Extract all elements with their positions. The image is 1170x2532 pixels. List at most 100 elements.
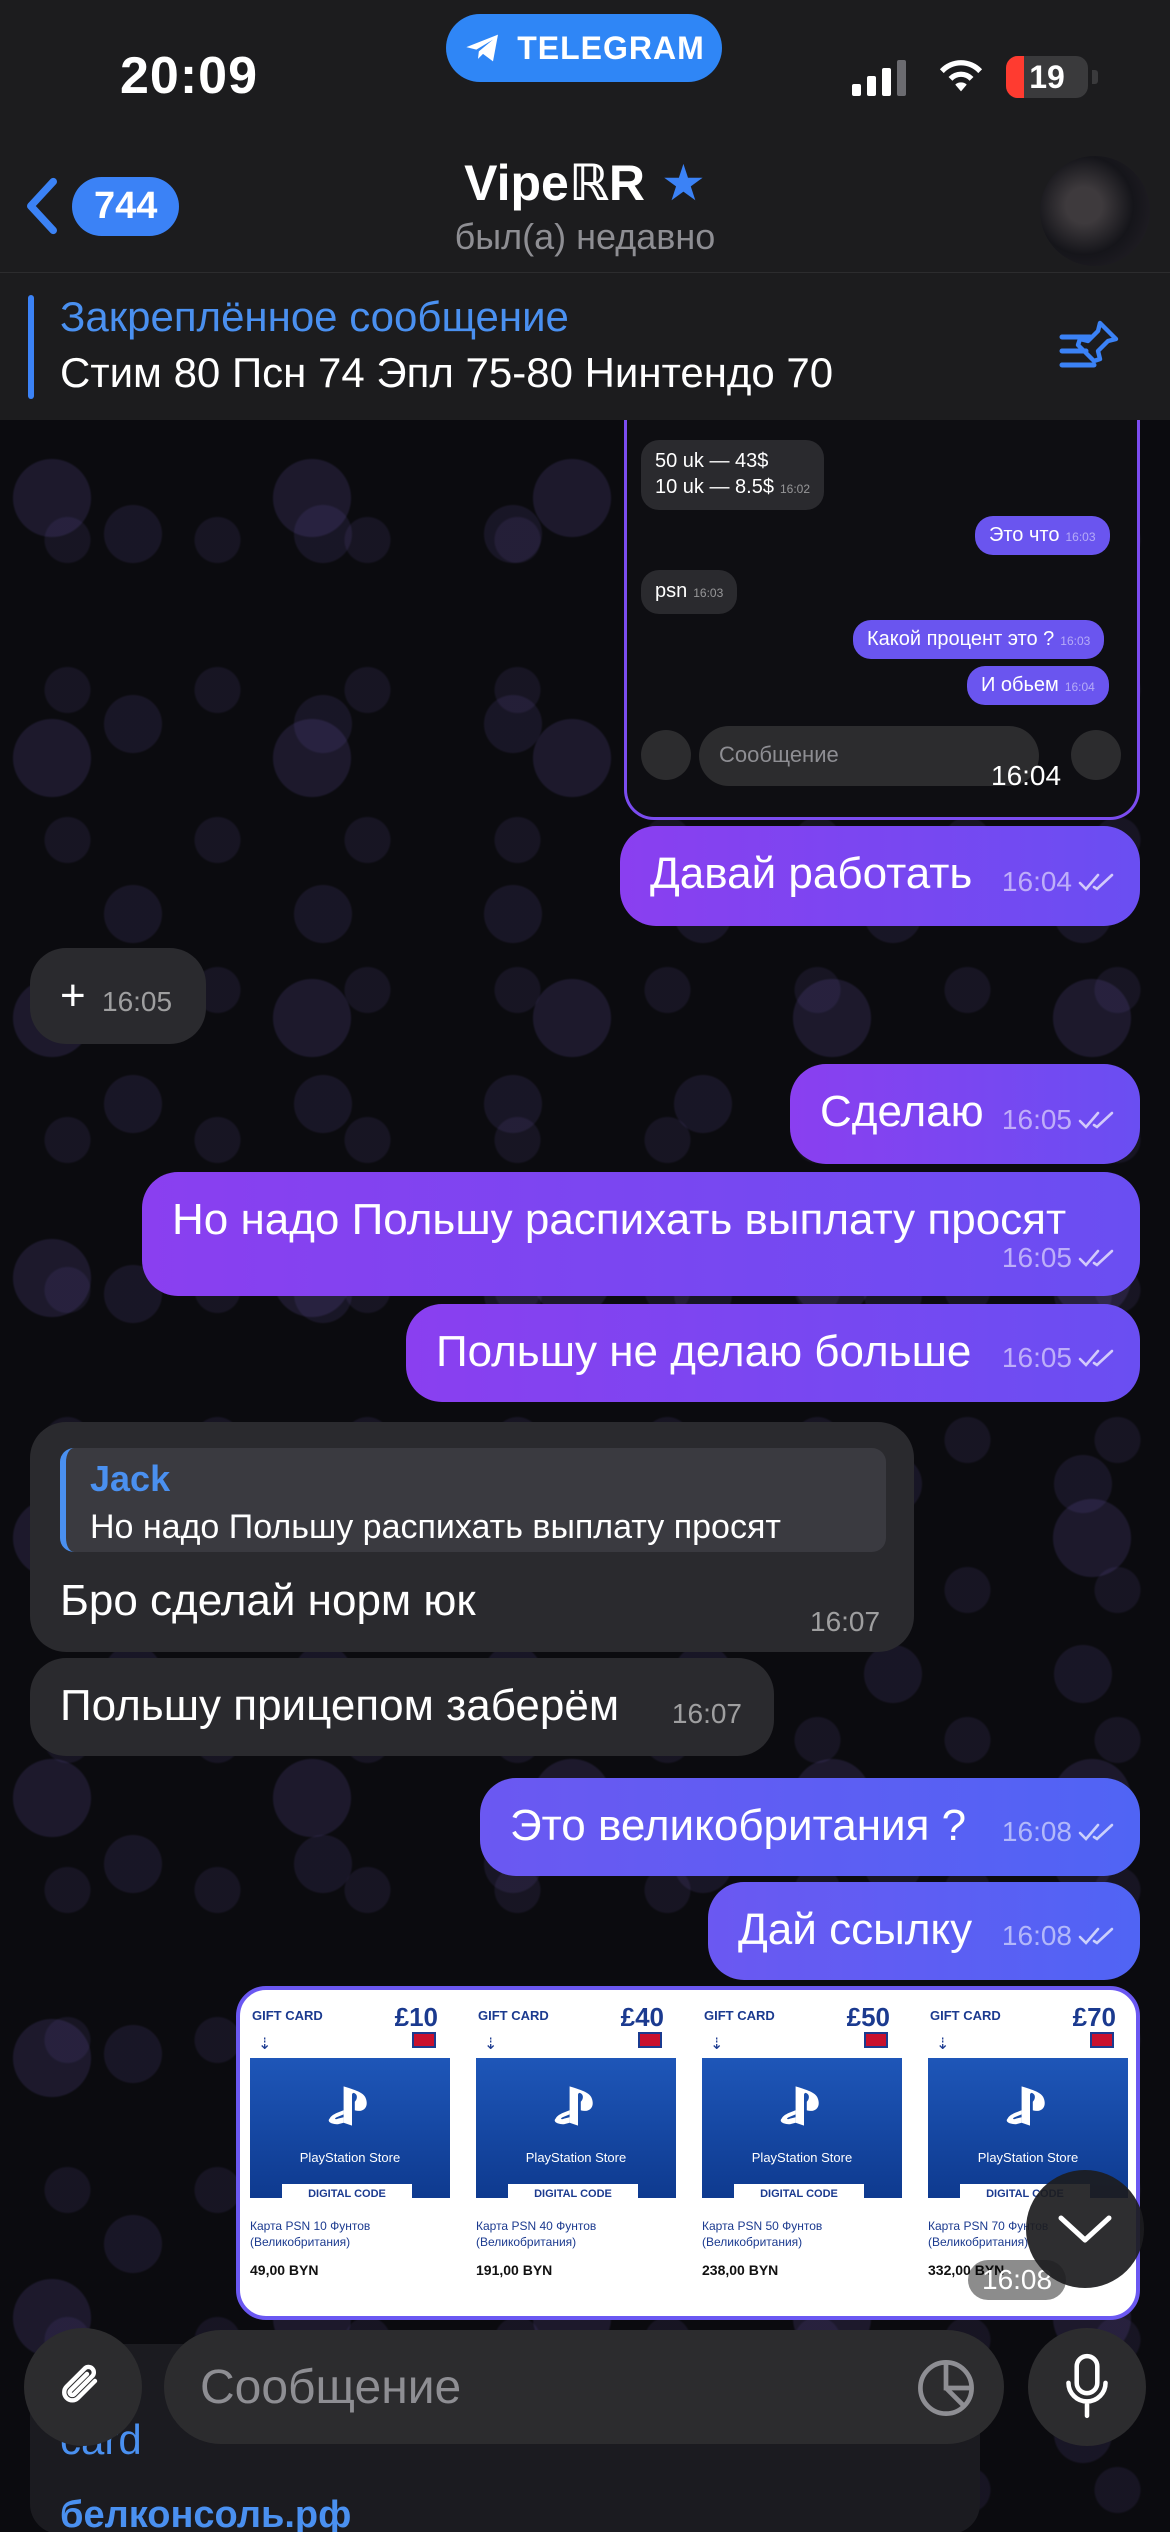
- gift-card-label: GIFT CARD: [930, 2008, 1001, 2023]
- outgoing-message[interactable]: Сделаю 16:05: [790, 1064, 1140, 1164]
- message-text: Но надо Польшу распихать выплату просят: [172, 1195, 1067, 1244]
- gift-card-amount: £50: [846, 2002, 890, 2032]
- telegram-plane-icon: [466, 34, 499, 62]
- reply-author: Jack: [90, 1458, 171, 1499]
- message-time: 16:08: [1001, 1816, 1072, 1847]
- battery-level: 19: [1029, 58, 1065, 95]
- message-time: 16:05: [1001, 1104, 1072, 1135]
- message-time: 16:08: [1001, 1920, 1072, 1951]
- screenshot-text: 10 uk — 8.5$: [655, 476, 774, 498]
- double-check-icon: [1078, 1111, 1114, 1129]
- outgoing-message[interactable]: Дай ссылку 16:08: [708, 1882, 1140, 1980]
- chat-header: 744 VipeℝR ★ был(а) недавно: [0, 140, 1170, 272]
- message-text: Бро сделай норм юк: [60, 1576, 476, 1625]
- product-price: 238,00 BYN: [702, 2262, 779, 2278]
- scroll-to-bottom-button[interactable]: [1026, 2170, 1144, 2288]
- message-meta: 16:05: [1002, 1094, 1118, 1146]
- message-meta: 16:07: [672, 1688, 742, 1740]
- double-check-icon: [1078, 873, 1114, 891]
- screenshot-input: Сообщение: [699, 726, 1039, 786]
- message-meta: 16:04: [1002, 856, 1118, 908]
- uk-flag-icon: [638, 2032, 662, 2048]
- screenshot-outgoing-bubble: И обьем 16:04: [967, 666, 1109, 705]
- playstation-logo-icon: [1006, 2086, 1045, 2126]
- playstation-logo-icon: [780, 2086, 819, 2126]
- screenshot-text: Это что: [989, 524, 1060, 546]
- message-text: Польшу не делаю больше: [436, 1327, 972, 1376]
- telegram-pill[interactable]: TELEGRAM: [446, 14, 722, 82]
- product-title: Карта PSN 10 Фунтов: [250, 2219, 371, 2233]
- uk-flag-icon: [864, 2032, 888, 2048]
- product-title: Карта PSN 50 Фунтов: [702, 2219, 823, 2233]
- screenshot-outgoing-bubble: Это что 16:03: [975, 516, 1110, 555]
- reply-quote[interactable]: Jack Но надо Польшу распихать выплату пр…: [60, 1448, 886, 1552]
- reply-text: Но надо Польшу распихать выплату просят: [90, 1508, 781, 1546]
- voice-record-button[interactable]: [1028, 2328, 1146, 2446]
- double-check-icon: [1078, 1249, 1114, 1267]
- message-meta: 16:05: [1002, 1332, 1118, 1384]
- message-text: Польшу прицепом заберём: [60, 1681, 620, 1730]
- download-arrow-icon: ⇣: [484, 2036, 498, 2053]
- product-price: 49,00 BYN: [250, 2262, 319, 2278]
- pinned-list-icon[interactable]: [1056, 313, 1124, 381]
- playstation-store-label: PlayStation Store: [299, 2150, 401, 2165]
- signal-icon: [852, 58, 906, 96]
- screenshot-text: И обьем: [981, 674, 1059, 696]
- screenshot-text: Какой процент это ?: [867, 628, 1055, 650]
- telegram-pill-label: TELEGRAM: [517, 29, 705, 66]
- outgoing-message[interactable]: Давай работать 16:04: [620, 826, 1140, 926]
- double-check-icon: [1078, 1349, 1114, 1367]
- product-region: (Великобритания): [476, 2235, 577, 2249]
- digital-code-label: DIGITAL CODE: [282, 2184, 412, 2204]
- message-time: 16:05: [1001, 1342, 1072, 1373]
- pinned-title: Закреплённое сообщение: [60, 293, 569, 340]
- sticker-icon[interactable]: [914, 2356, 978, 2420]
- message-meta: 16:08: [1002, 1806, 1118, 1858]
- incoming-message[interactable]: Польшу прицепом заберём 16:07: [30, 1658, 774, 1756]
- pinned-indicator: [28, 295, 34, 399]
- link-preview-site: белконсоль.рф: [60, 2494, 352, 2532]
- gift-card-50: GIFT CARD £50 ⇣ PlayStation Store DIGITA…: [694, 2000, 902, 2314]
- contact-name-row[interactable]: VipeℝR ★: [0, 154, 1170, 212]
- message-input[interactable]: [164, 2330, 1004, 2444]
- playstation-card-art: PlayStation Store: [476, 2058, 676, 2198]
- message-time: 16:05: [1001, 1242, 1072, 1273]
- outgoing-message[interactable]: Это великобритания ? 16:08: [480, 1778, 1140, 1876]
- message-meta: 16:07: [810, 1606, 880, 1638]
- playstation-logo-icon: [328, 2086, 367, 2126]
- message-time: 16:05: [102, 986, 173, 1017]
- gift-card-label: GIFT CARD: [478, 2008, 549, 2023]
- playstation-card-art: PlayStation Store: [702, 2058, 902, 2198]
- incoming-message[interactable]: + 16:05: [30, 948, 206, 1044]
- screenshot-image-message[interactable]: 50 uk — 43$ 10 uk — 8.5$ 16:02 Это что 16:…: [624, 420, 1140, 820]
- uk-flag-icon: [1090, 2032, 1114, 2048]
- product-title: Карта PSN 40 Фунтов: [476, 2219, 597, 2233]
- digital-code-label: DIGITAL CODE: [734, 2184, 864, 2204]
- screenshot-time: 16:03: [1065, 530, 1096, 544]
- message-meta: 16:08: [1002, 1910, 1118, 1962]
- double-check-icon: [1078, 1823, 1114, 1841]
- outgoing-message[interactable]: Польшу не делаю больше 16:05: [406, 1304, 1140, 1402]
- microphone-icon: [1066, 2353, 1108, 2419]
- message-time: 16:04: [1001, 866, 1072, 897]
- screenshot-time: 16:03: [1060, 634, 1091, 648]
- premium-star-icon: ★: [661, 155, 706, 211]
- contact-name: VipeℝR: [464, 155, 646, 211]
- uk-flag-icon: [412, 2032, 436, 2048]
- screenshot-time: 16:03: [693, 586, 724, 600]
- avatar[interactable]: [1040, 156, 1150, 266]
- message-text: Это великобритания ?: [510, 1801, 967, 1850]
- message-meta: 16:05: [102, 976, 172, 1028]
- message-meta: 16:05: [1002, 1232, 1118, 1284]
- pinned-message-bar[interactable]: Закреплённое сообщение Стим 80 Псн 74 Эп…: [0, 272, 1170, 420]
- product-description: Карта PSN 40 Фунтов (Великобритания): [476, 2218, 676, 2250]
- contact-status: был(а) недавно: [454, 216, 716, 257]
- product-region: (Великобритания): [702, 2235, 803, 2249]
- screenshot-incoming-bubble: psn 16:03: [641, 570, 738, 614]
- screenshot-attach-icon: [641, 730, 691, 780]
- outgoing-message[interactable]: Но надо Польшу распихать выплату просят …: [142, 1172, 1140, 1296]
- battery-icon: 19: [1006, 56, 1088, 98]
- product-region: (Великобритания): [250, 2235, 351, 2249]
- attach-button[interactable]: [24, 2328, 142, 2446]
- playstation-logo-icon: [554, 2086, 593, 2126]
